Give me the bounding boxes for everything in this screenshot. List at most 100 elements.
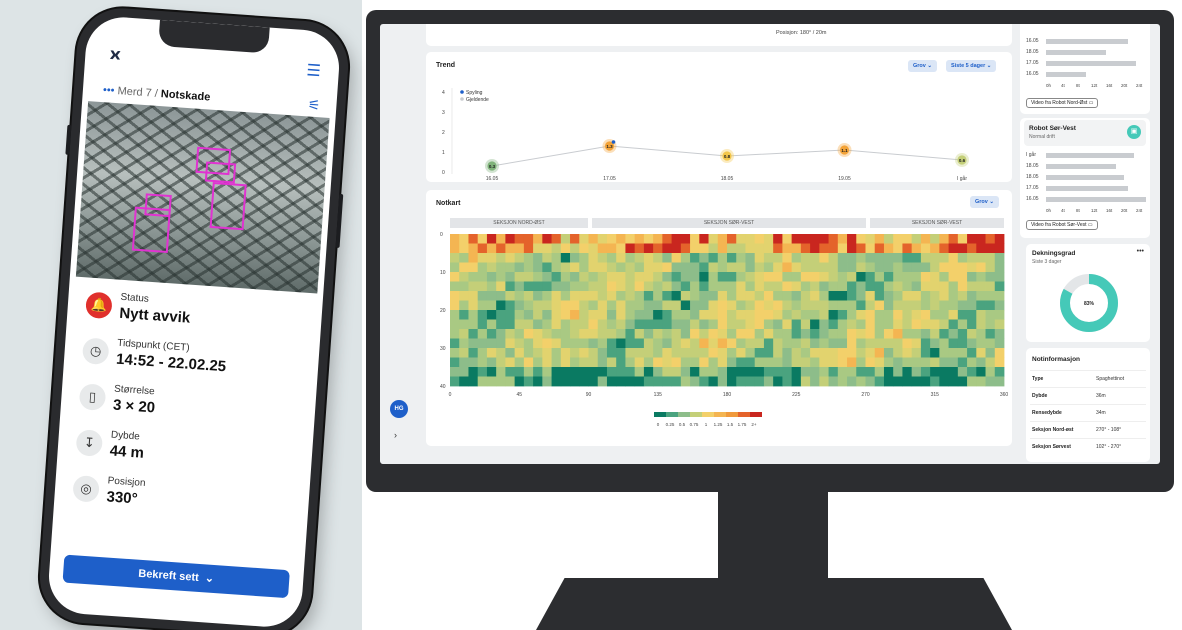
heatmap-cell bbox=[542, 291, 552, 301]
heatmap-cell bbox=[486, 262, 497, 273]
detection-box bbox=[204, 161, 237, 184]
heatmap-cell bbox=[680, 310, 691, 320]
heatmap-cell bbox=[708, 376, 719, 387]
heatmap-cell bbox=[856, 348, 866, 358]
heatmap-cell bbox=[994, 272, 1005, 282]
heatmap-cell bbox=[939, 300, 949, 311]
heatmap-cell bbox=[837, 310, 848, 320]
heatmap-cell bbox=[579, 253, 589, 263]
heatmap-cell bbox=[560, 234, 571, 244]
heatmap-cell bbox=[837, 253, 848, 263]
heatmap-cell bbox=[810, 253, 820, 263]
video-robot-sw-label: Video fra Robot Sør-Vest bbox=[1031, 222, 1087, 228]
heatmap-cell bbox=[486, 329, 497, 339]
heatmap-cell bbox=[967, 338, 977, 349]
color-scale-swatch bbox=[750, 412, 762, 417]
video-robot-sw-button[interactable]: Video fra Robot Sør-Vest ▭ bbox=[1026, 220, 1098, 230]
position-readout: Posisjon: 180° / 20m bbox=[776, 30, 827, 36]
coverage-donut: 83% bbox=[1060, 274, 1118, 332]
confirm-seen-button[interactable]: Bekreft sett ⌄ bbox=[62, 554, 290, 599]
heatmap-cell bbox=[542, 376, 552, 387]
heatmap-cell bbox=[847, 281, 857, 292]
heatmap-cell bbox=[819, 234, 829, 244]
heatmap-cell bbox=[791, 291, 802, 301]
heatmap-cell bbox=[920, 291, 931, 301]
heatmap-cell bbox=[643, 329, 654, 339]
heatmap-cell bbox=[810, 357, 820, 368]
heatmap-cell bbox=[551, 367, 562, 377]
heatmap-cell bbox=[883, 281, 894, 292]
heatmap-cell bbox=[643, 367, 654, 377]
trend-value-label: 0.8 bbox=[724, 154, 731, 159]
heatmap-cell bbox=[967, 253, 977, 263]
avatar[interactable]: HG bbox=[390, 400, 408, 418]
heatmap-cell bbox=[791, 272, 802, 282]
heatmap-cell bbox=[597, 310, 608, 320]
hamburger-menu-icon[interactable]: ☰ bbox=[306, 60, 322, 81]
heatmap-cell bbox=[893, 253, 903, 263]
heatmap-x-tick: 360 bbox=[1000, 392, 1009, 398]
heatmap-cell bbox=[985, 376, 996, 387]
heatmap-cell bbox=[486, 300, 497, 311]
heatmap-cell bbox=[874, 376, 885, 387]
heatmap-cell bbox=[819, 300, 829, 311]
heatmap-cell bbox=[477, 348, 488, 358]
heatmap-cell bbox=[450, 281, 460, 292]
heatmap-cell bbox=[616, 329, 626, 339]
heatmap-cell bbox=[634, 357, 645, 368]
heatmap-cell bbox=[828, 357, 839, 368]
heatmap-cell bbox=[994, 253, 1005, 263]
expand-chevron-icon[interactable]: › bbox=[394, 430, 397, 440]
heatmap-cell bbox=[773, 319, 783, 330]
heatmap-cell bbox=[505, 300, 516, 311]
coverage-menu-icon[interactable]: ••• bbox=[1137, 248, 1144, 255]
heatmap-cell bbox=[671, 329, 682, 339]
heatmap-cell bbox=[570, 357, 580, 368]
heatmap-cell bbox=[930, 300, 940, 311]
breadcrumb-more-icon[interactable]: ••• bbox=[103, 84, 115, 97]
heatmap-cell bbox=[551, 281, 562, 292]
heatmap-cell bbox=[579, 310, 589, 320]
heatmap-cell bbox=[800, 367, 811, 377]
heatmap-cell bbox=[523, 300, 534, 311]
heatmap-cell bbox=[763, 310, 774, 320]
heatmap-cell bbox=[533, 243, 543, 254]
heatmap-cell bbox=[523, 319, 534, 330]
heatmap-cell bbox=[837, 243, 848, 254]
filter-sliders-icon[interactable]: ⚟ bbox=[307, 96, 321, 114]
heatmap-cell bbox=[763, 338, 774, 349]
heatmap-cell bbox=[810, 300, 820, 311]
heatmap-cell bbox=[976, 234, 986, 244]
heatmap-cell bbox=[736, 243, 746, 254]
heatmap-cell bbox=[690, 338, 700, 349]
heatmap-cell bbox=[588, 357, 599, 368]
heatmap-cell bbox=[736, 310, 746, 320]
breadcrumb-parent[interactable]: Merd 7 bbox=[117, 85, 152, 99]
heatmap-cell bbox=[837, 319, 848, 330]
heatmap-cell bbox=[782, 329, 793, 339]
robot-axis-tick: 16t bbox=[1106, 83, 1113, 88]
robot-sw-name: Robot Sør-Vest bbox=[1029, 125, 1076, 132]
heatmap-cell bbox=[939, 262, 949, 273]
heatmap-cell bbox=[514, 253, 525, 263]
heatmap-cell bbox=[459, 291, 469, 301]
heatmap-cell bbox=[459, 348, 469, 358]
heatmap-cell bbox=[699, 357, 709, 368]
heatmap-cell bbox=[856, 338, 866, 349]
heatmap-cell bbox=[985, 243, 996, 254]
heatmap-cell bbox=[533, 310, 543, 320]
heatmap-cell bbox=[837, 234, 848, 244]
heatmap-cell bbox=[828, 253, 839, 263]
heatmap-cell bbox=[837, 338, 848, 349]
heatmap-cell bbox=[967, 329, 977, 339]
heatmap-cell bbox=[994, 367, 1005, 377]
heatmap-cell bbox=[994, 262, 1005, 273]
heatmap-cell bbox=[597, 300, 608, 311]
heatmap-cell bbox=[514, 243, 525, 254]
heatmap-cell bbox=[745, 329, 756, 339]
heatmap-cell bbox=[810, 319, 820, 330]
heatmap-cell bbox=[727, 376, 737, 387]
heatmap-cell bbox=[542, 357, 552, 368]
heatmap-cell bbox=[837, 262, 848, 273]
video-robot-ne-button[interactable]: Video fra Robot Nord-Øst ▭ bbox=[1026, 98, 1099, 108]
